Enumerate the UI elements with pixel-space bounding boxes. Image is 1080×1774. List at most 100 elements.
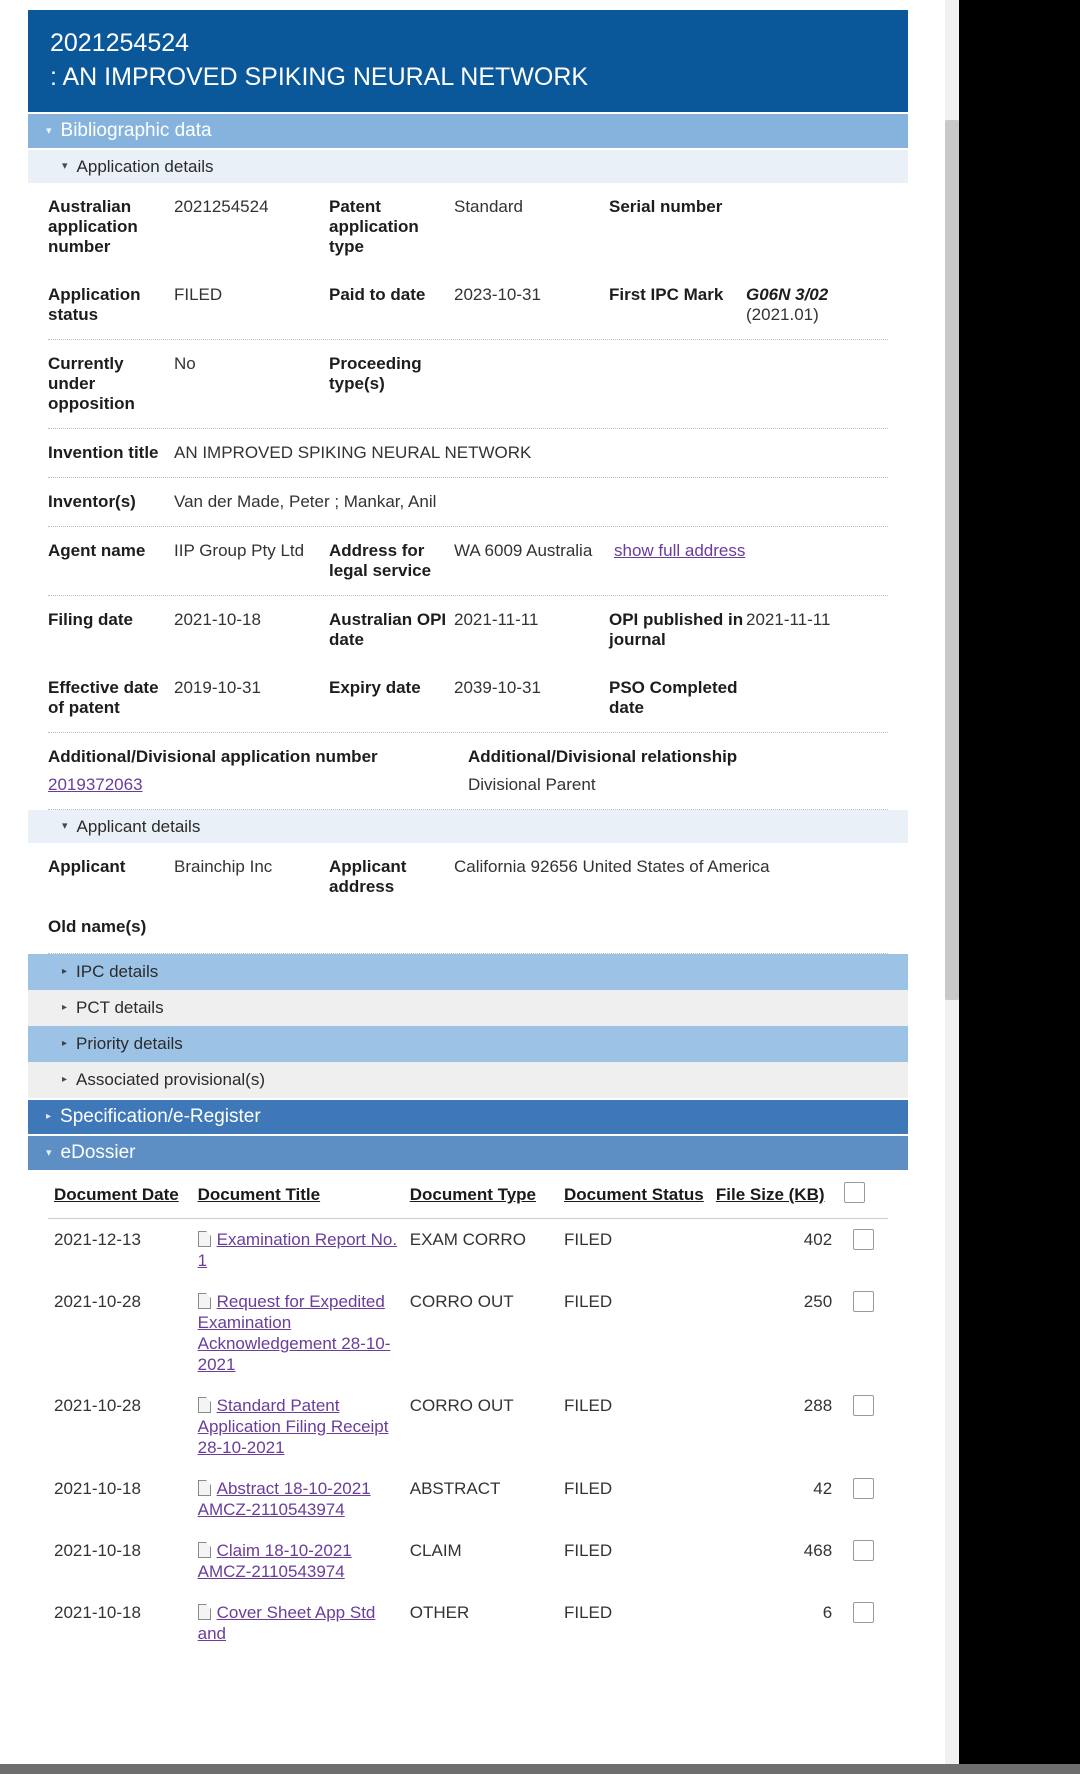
applicant-details-grid: Applicant Brainchip Inc Applicant addres… (28, 843, 908, 954)
value-paid-to-date: 2023-10-31 (454, 285, 541, 304)
cell-document-status: FILED (563, 1396, 613, 1415)
subsection-header-applicant-details-label: Applicant details (76, 816, 201, 836)
label-additional-divisional-number: Additional/Divisional application number (48, 747, 378, 766)
page-right-edge (945, 0, 1080, 1774)
cell-document-title: Cover Sheet App Std and (192, 1592, 404, 1654)
cell-row-checkbox[interactable] (838, 1530, 888, 1592)
cell-document-title: Examination Report No. 1 (192, 1219, 404, 1282)
page-bottom-edge (0, 1764, 1080, 1774)
label-old-names: Old name(s) (48, 917, 147, 936)
subsection-header-pct-details-label: PCT details (76, 998, 164, 1017)
document-icon (197, 1604, 211, 1620)
cell-file-size: 468 (803, 1541, 833, 1560)
subsection-header-priority-details[interactable]: ▸ Priority details (28, 1026, 908, 1062)
label-applicant-address: Applicant address (329, 857, 407, 896)
document-title-link[interactable]: Cover Sheet App Std and (198, 1603, 376, 1643)
section-header-specification-eregister-label: Specification/e-Register (60, 1106, 261, 1127)
row-checkbox[interactable] (852, 1229, 874, 1250)
cell-document-type: OTHER (409, 1603, 470, 1622)
table-row: 2021-10-18 Abstract 18-10-2021 AMCZ-2110… (48, 1468, 888, 1530)
detail-row-invention-title: Invention title AN IMPROVED SPIKING NEUR… (48, 429, 888, 478)
label-expiry-date: Expiry date (329, 678, 421, 697)
value-applicant-address: California 92656 United States of Americ… (454, 857, 770, 876)
subsection-header-ipc-details-label: IPC details (76, 962, 159, 981)
subsection-header-application-details[interactable]: ▾ Application details (28, 150, 908, 183)
label-paid-to-date: Paid to date (329, 285, 426, 304)
divisional-application-number-link[interactable]: 2019372063 (48, 775, 143, 794)
detail-row-inventors: Inventor(s) Van der Made, Peter ; Mankar… (48, 478, 888, 527)
label-opi-published-in-journal: OPI published in journal (609, 610, 744, 649)
value-invention-title: AN IMPROVED SPIKING NEURAL NETWORK (174, 443, 532, 462)
cell-document-title: Abstract 18-10-2021 AMCZ-2110543974 (192, 1468, 404, 1530)
value-effective-date-of-patent: 2019-10-31 (174, 678, 261, 697)
table-row: 2021-10-18 Claim 18-10-2021 AMCZ-2110543… (48, 1530, 888, 1592)
cell-document-date: 2021-12-13 (54, 1230, 141, 1249)
label-australian-application-number: Australian application number (48, 197, 138, 256)
column-header-file-size[interactable]: File Size (KB) (709, 1170, 839, 1219)
detail-row-effective-date: Effective date of patent 2019-10-31 Expi… (48, 664, 888, 733)
cell-row-checkbox[interactable] (838, 1592, 888, 1654)
row-checkbox[interactable] (852, 1291, 874, 1312)
cell-row-checkbox[interactable] (838, 1468, 888, 1530)
label-first-ipc-mark: First IPC Mark (609, 285, 724, 304)
document-title-link[interactable]: Abstract 18-10-2021 AMCZ-2110543974 (198, 1479, 371, 1519)
subsection-header-ipc-details[interactable]: ▸ IPC details (28, 954, 908, 990)
value-applicant: Brainchip Inc (174, 857, 273, 876)
cell-document-title: Standard Patent Application Filing Recei… (192, 1385, 404, 1468)
value-patent-application-type: Standard (454, 197, 523, 216)
label-address-for-legal-service: Address for legal service (329, 541, 432, 580)
chevron-right-icon: ▸ (62, 966, 68, 977)
cell-row-checkbox[interactable] (838, 1385, 888, 1468)
section-header-edossier[interactable]: ▾ eDossier (28, 1136, 908, 1170)
detail-row-old-names: Old name(s) (48, 911, 888, 954)
column-header-document-type[interactable]: Document Type (403, 1170, 558, 1219)
cell-file-size: 6 (822, 1603, 833, 1622)
label-applicant: Applicant (48, 857, 126, 876)
cell-document-status: FILED (563, 1479, 613, 1498)
chevron-right-icon: ▸ (62, 1002, 68, 1013)
detail-row-agent: Agent name IIP Group Pty Ltd Address for… (48, 527, 888, 596)
section-header-bibliographic-data[interactable]: ▾ Bibliographic data (28, 114, 908, 148)
subsection-header-applicant-details[interactable]: ▾ Applicant details (28, 810, 908, 843)
show-full-address-link[interactable]: show full address (614, 541, 745, 560)
document-title-link[interactable]: Standard Patent Application Filing Recei… (198, 1396, 389, 1457)
table-row: 2021-10-28 Request for Expedited Examina… (48, 1281, 888, 1385)
cell-document-type: CLAIM (409, 1541, 462, 1560)
table-header-row: Document Date Document Title Document Ty… (48, 1170, 888, 1219)
section-header-specification-eregister[interactable]: ▸ Specification/e-Register (28, 1100, 908, 1134)
cell-file-size: 288 (803, 1396, 833, 1415)
document-icon (197, 1231, 211, 1247)
column-header-document-date[interactable]: Document Date (48, 1170, 192, 1219)
chevron-right-icon: ▸ (62, 1038, 68, 1049)
invention-title-heading: : AN IMPROVED SPIKING NEURAL NETWORK (50, 63, 589, 91)
select-all-checkbox[interactable] (844, 1182, 866, 1203)
cell-row-checkbox[interactable] (838, 1219, 888, 1282)
subsection-header-pct-details[interactable]: ▸ PCT details (28, 990, 908, 1026)
column-header-document-status[interactable]: Document Status (557, 1170, 710, 1219)
document-title-link[interactable]: Examination Report No. 1 (198, 1230, 397, 1270)
document-title-link[interactable]: Claim 18-10-2021 AMCZ-2110543974 (198, 1541, 352, 1581)
value-currently-under-opposition: No (174, 354, 196, 373)
label-invention-title: Invention title (48, 443, 159, 462)
cell-file-size: 402 (803, 1230, 833, 1249)
column-header-document-title[interactable]: Document Title (191, 1170, 404, 1219)
edossier-table: Document Date Document Title Document Ty… (48, 1170, 888, 1654)
vertical-scrollbar-thumb[interactable] (945, 120, 959, 1000)
record-content: 2021254524 : AN IMPROVED SPIKING NEURAL … (28, 10, 908, 1654)
record-title-banner: 2021254524 : AN IMPROVED SPIKING NEURAL … (28, 10, 908, 112)
subsection-header-associated-provisionals[interactable]: ▸ Associated provisional(s) (28, 1062, 908, 1098)
label-currently-under-opposition: Currently under opposition (48, 354, 135, 413)
detail-row-application-status: Application status FILED Paid to date 20… (48, 271, 888, 340)
subsection-header-associated-provisionals-label: Associated provisional(s) (76, 1070, 265, 1089)
document-title-link[interactable]: Request for Expedited Examination Acknow… (198, 1292, 391, 1374)
row-checkbox[interactable] (852, 1540, 874, 1561)
column-header-select-all[interactable] (838, 1170, 888, 1219)
cell-row-checkbox[interactable] (838, 1281, 888, 1385)
row-checkbox[interactable] (852, 1478, 874, 1499)
value-agent-name: IIP Group Pty Ltd (174, 541, 305, 560)
show-full-address-cell: show full address (614, 541, 888, 561)
subsection-header-priority-details-label: Priority details (76, 1034, 183, 1053)
application-details-grid: Australian application number 2021254524… (28, 183, 908, 810)
row-checkbox[interactable] (852, 1602, 874, 1623)
row-checkbox[interactable] (852, 1395, 874, 1416)
